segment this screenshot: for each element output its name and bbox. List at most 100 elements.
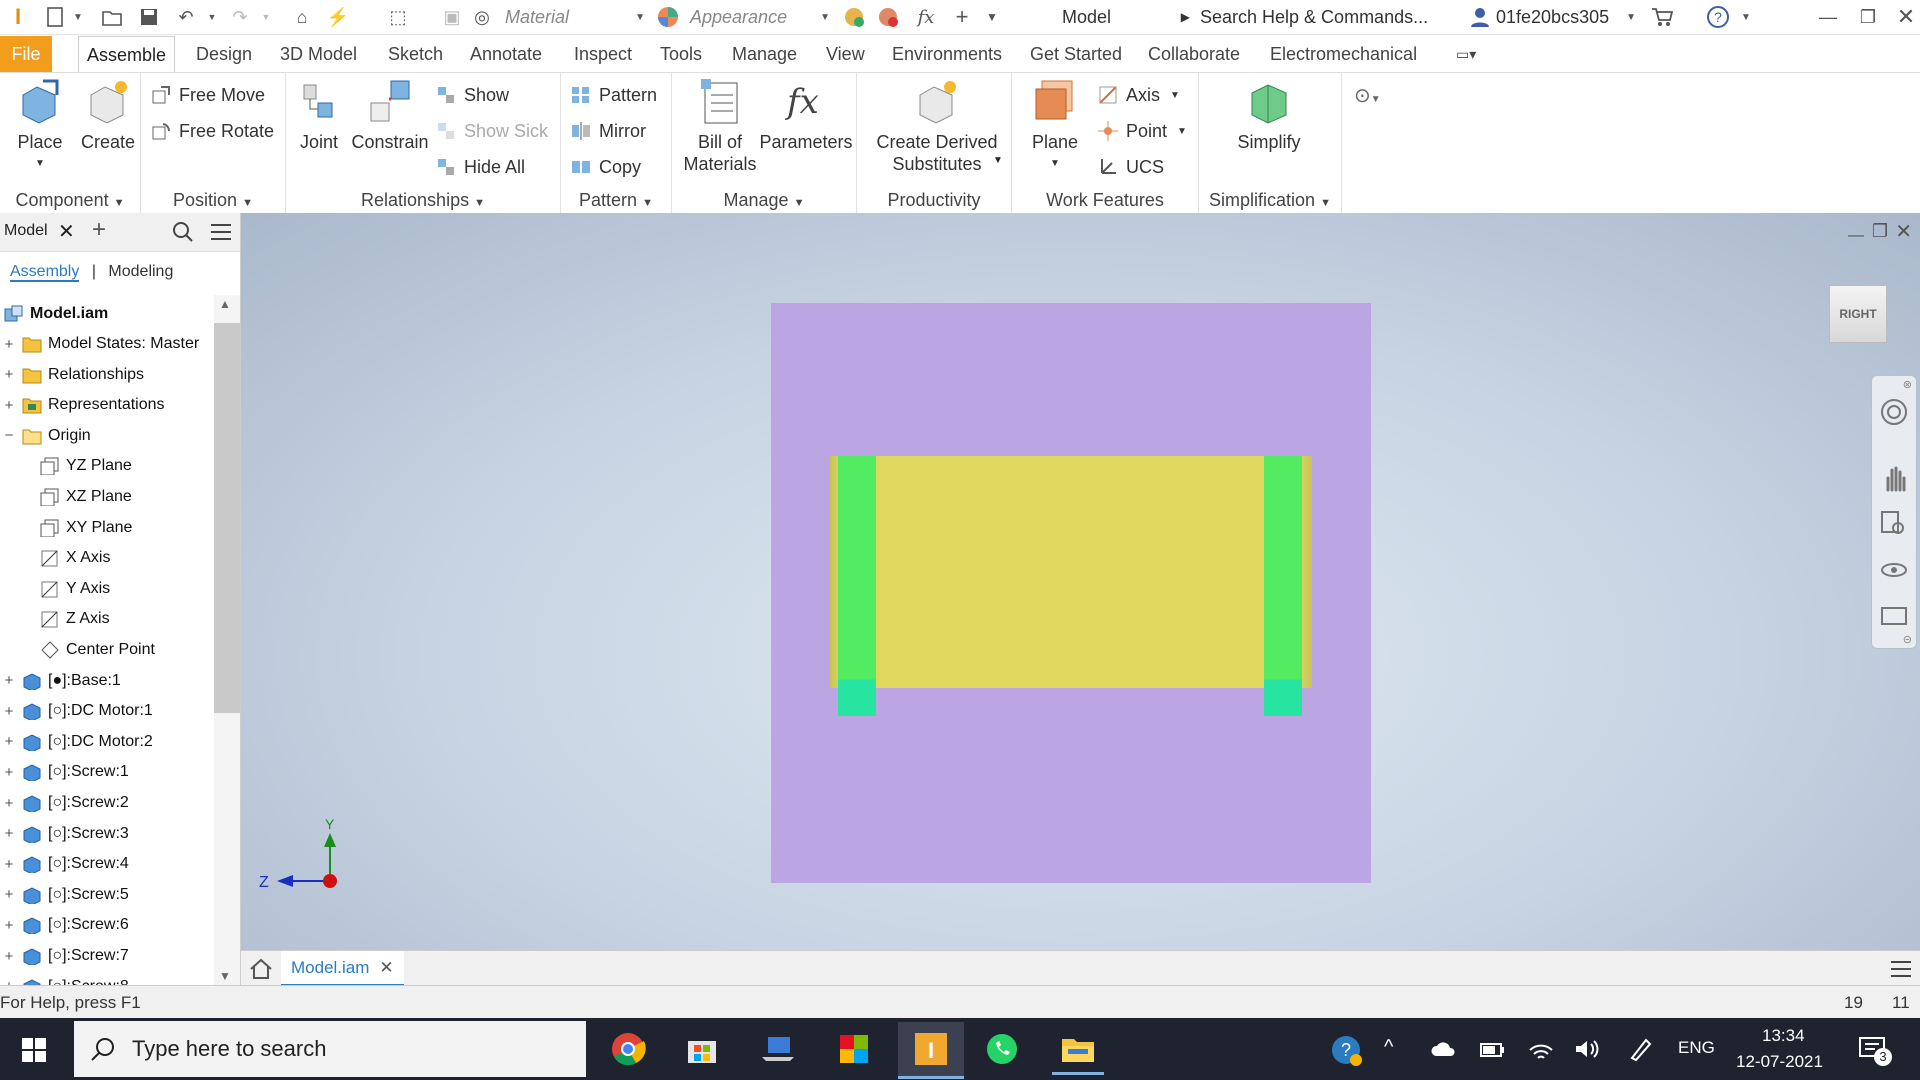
- scroll-up-icon[interactable]: ▲: [219, 297, 231, 311]
- help-tray-icon[interactable]: ?: [1330, 1034, 1362, 1071]
- tree-item[interactable]: + [●]:Base:1: [0, 666, 121, 696]
- component-group-label[interactable]: Component ▼: [0, 190, 140, 211]
- battery-icon[interactable]: [1480, 1042, 1506, 1058]
- panel-options-icon[interactable]: ⊙▼: [1354, 83, 1381, 108]
- home-icon[interactable]: [249, 958, 273, 980]
- expand-icon[interactable]: +: [2, 886, 16, 903]
- parameters-button[interactable]: fx Parameters: [758, 77, 854, 153]
- pattern-group-label[interactable]: Pattern ▼: [561, 190, 671, 211]
- tab-collaborate[interactable]: Collaborate: [1140, 36, 1248, 72]
- expand-icon[interactable]: +: [2, 948, 16, 965]
- onedrive-icon[interactable]: [1430, 1040, 1458, 1058]
- show-hidden-icons-icon[interactable]: ^: [1384, 1036, 1393, 1059]
- tree-item[interactable]: + [○]:Screw:5: [0, 880, 129, 910]
- redo-icon[interactable]: ↷: [228, 5, 252, 29]
- file-explorer-icon[interactable]: [1052, 1026, 1104, 1075]
- place-button[interactable]: Place ▼: [10, 77, 70, 175]
- tree-item[interactable]: + Representations: [0, 390, 165, 420]
- inventor-taskbar-icon[interactable]: I: [898, 1022, 964, 1079]
- save-icon[interactable]: [137, 5, 161, 29]
- close-tab-icon[interactable]: ✕: [379, 958, 393, 978]
- tree-item[interactable]: Center Point: [0, 635, 155, 665]
- constrain-button[interactable]: Constrain: [350, 77, 430, 153]
- material-combo[interactable]: Material ▼: [505, 4, 645, 30]
- wifi-icon[interactable]: [1528, 1038, 1554, 1060]
- clear-appearance-icon[interactable]: [876, 5, 900, 29]
- viewcube[interactable]: RIGHT: [1829, 285, 1887, 343]
- tab-annotate[interactable]: Annotate: [462, 36, 550, 72]
- collapse-icon[interactable]: −: [2, 427, 16, 444]
- tab-view[interactable]: View: [818, 36, 873, 72]
- chevron-down-icon[interactable]: ▼: [1734, 5, 1758, 29]
- tree-item[interactable]: − Origin: [0, 421, 91, 451]
- tab-get-started[interactable]: Get Started: [1022, 36, 1130, 72]
- show-button[interactable]: Show: [436, 81, 509, 109]
- simplification-group-label[interactable]: Simplification ▼: [1199, 190, 1341, 211]
- tab-assembly[interactable]: Assembly: [10, 263, 80, 282]
- manage-group-label[interactable]: Manage ▼: [672, 190, 856, 211]
- expand-icon[interactable]: +: [2, 366, 16, 383]
- tab-electromechanical[interactable]: Electromechanical: [1262, 36, 1425, 72]
- document-combo[interactable]: Model ▶: [1030, 4, 1190, 30]
- doc-tab-model[interactable]: Model.iam ✕: [281, 951, 404, 986]
- expand-icon[interactable]: +: [2, 978, 16, 985]
- expand-icon[interactable]: +: [2, 795, 16, 812]
- tab-manage[interactable]: Manage: [724, 36, 805, 72]
- close-browser-icon[interactable]: ✕: [58, 219, 75, 244]
- select-icon[interactable]: ⬚: [386, 5, 410, 29]
- tree-item[interactable]: + [○]:Screw:1: [0, 757, 129, 787]
- tree-item[interactable]: + Relationships: [0, 360, 144, 390]
- open-folder-icon[interactable]: [100, 5, 124, 29]
- viewport-minimize-icon[interactable]: —: [1848, 227, 1864, 245]
- browser-menu-icon[interactable]: [210, 222, 232, 242]
- notification-center-icon[interactable]: 3: [1858, 1034, 1892, 1069]
- home-icon[interactable]: ⌂: [290, 5, 314, 29]
- steering-wheel-icon[interactable]: [1880, 398, 1908, 426]
- plus-icon[interactable]: +: [950, 4, 974, 29]
- user-account-combo[interactable]: 01fe20bcs305 ▼: [1496, 4, 1636, 30]
- search-help-input[interactable]: Search Help & Commands...: [1200, 4, 1460, 30]
- volume-icon[interactable]: [1574, 1038, 1600, 1060]
- body-block[interactable]: [830, 456, 1312, 688]
- dc-motor-left[interactable]: [838, 456, 876, 716]
- tab-design[interactable]: Design: [188, 36, 260, 72]
- tree-item[interactable]: XZ Plane: [0, 482, 132, 512]
- chevron-down-icon[interactable]: ▼: [200, 5, 224, 29]
- expand-icon[interactable]: +: [2, 397, 16, 414]
- windows-start-icon[interactable]: [22, 1038, 46, 1062]
- tab-assemble[interactable]: Assemble: [78, 36, 176, 73]
- undo-icon[interactable]: ↶: [174, 5, 198, 29]
- pan-hand-icon[interactable]: [1880, 464, 1908, 492]
- look-at-icon[interactable]: [1880, 602, 1908, 630]
- tree-item[interactable]: + [○]:Screw:6: [0, 910, 129, 940]
- add-browser-icon[interactable]: +: [92, 216, 106, 244]
- search-icon[interactable]: [172, 221, 194, 243]
- tree-item[interactable]: + [○]:Screw:7: [0, 941, 129, 971]
- create-button[interactable]: Create: [78, 77, 138, 153]
- minimize-icon[interactable]: —: [1816, 5, 1840, 29]
- hide-all-button[interactable]: Hide All: [436, 153, 525, 181]
- tree-item[interactable]: + [○]:Screw:8: [0, 972, 129, 985]
- mirror-button[interactable]: Mirror: [571, 117, 646, 145]
- chevron-down-icon[interactable]: ▼: [254, 5, 278, 29]
- tab-3d-model[interactable]: 3D Model: [272, 36, 365, 72]
- tab-modeling[interactable]: Modeling: [108, 263, 173, 280]
- browser-scrollbar[interactable]: ▲ ▼: [214, 295, 240, 985]
- axis-button[interactable]: Axis ▼: [1098, 81, 1180, 109]
- microsoft-store-icon[interactable]: [676, 1026, 728, 1072]
- pattern-button[interactable]: Pattern: [571, 81, 657, 109]
- new-file-icon[interactable]: [44, 5, 68, 29]
- document-menu-icon[interactable]: [1890, 959, 1912, 979]
- free-rotate-button[interactable]: Free Rotate: [151, 117, 274, 145]
- tab-inspect[interactable]: Inspect: [566, 36, 640, 72]
- customize-chevron-icon[interactable]: ▼: [980, 5, 1004, 29]
- chevron-down-icon[interactable]: ▼: [66, 5, 90, 29]
- measure-icon[interactable]: ▣: [440, 5, 464, 29]
- tab-sketch[interactable]: Sketch: [380, 36, 451, 72]
- clock-time[interactable]: 13:34: [1762, 1026, 1805, 1046]
- tree-item[interactable]: + [○]:DC Motor:2: [0, 727, 153, 757]
- tree-item[interactable]: + [○]:Screw:2: [0, 788, 129, 818]
- orbit-icon[interactable]: [1880, 556, 1908, 584]
- expand-icon[interactable]: +: [2, 856, 16, 873]
- update-icon[interactable]: ⚡: [326, 5, 350, 29]
